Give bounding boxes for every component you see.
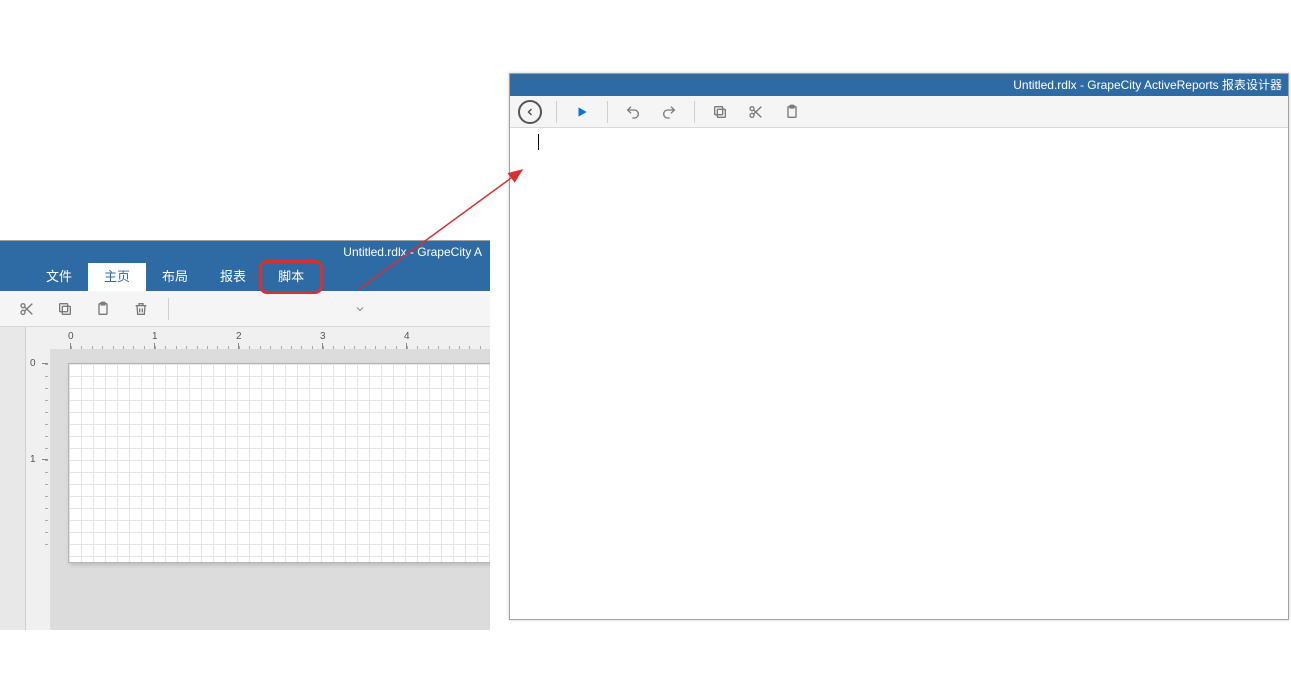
window-title: Untitled.rdlx - GrapeCity ActiveReports … [510,74,1288,96]
design-surface-container: 0 1 2 3 4 0 1 [26,327,490,630]
ruler-vertical: 0 1 [26,349,48,630]
toolbar-separator [607,101,608,123]
tab-file[interactable]: 文件 [30,263,88,291]
paste-button[interactable] [86,295,120,323]
design-body: 0 1 2 3 4 0 1 [0,327,490,630]
redo-icon [661,104,677,120]
script-editor-window: Untitled.rdlx - GrapeCity ActiveReports … [509,73,1289,620]
tab-script[interactable]: 脚本 [262,263,320,291]
paste-icon [95,301,111,317]
ruler-v-tick: 0 [30,358,36,369]
undo-button[interactable] [616,98,650,126]
run-button[interactable] [565,98,599,126]
scissors-icon [748,104,764,120]
cut-button[interactable] [10,295,44,323]
toolbar-overflow[interactable] [340,295,380,323]
window-title: Untitled.rdlx - GrapeCity A [0,241,490,263]
chevron-left-icon [524,106,536,118]
ribbon-tabs: 文件 主页 布局 报表 脚本 [0,263,490,291]
undo-icon [625,104,641,120]
play-icon [575,105,589,119]
ruler-h-tick: 0 [68,331,74,342]
tab-layout[interactable]: 布局 [146,263,204,291]
side-panel[interactable] [0,327,26,630]
chevron-down-icon [354,303,366,315]
scissors-icon [19,301,35,317]
copy-button[interactable] [703,98,737,126]
copy-icon [57,301,73,317]
back-button[interactable] [518,100,542,124]
ruler-h-tick: 1 [152,331,158,342]
ruler-horizontal: 0 1 2 3 4 [50,327,490,349]
redo-button[interactable] [652,98,686,126]
ruler-h-tick: 3 [320,331,326,342]
paste-icon [784,104,800,120]
tab-home[interactable]: 主页 [88,263,146,291]
toolbar-separator [556,101,557,123]
trash-icon [133,301,149,317]
delete-button[interactable] [124,295,158,323]
toolbar-separator [168,298,169,320]
ruler-h-tick: 2 [236,331,242,342]
copy-button[interactable] [48,295,82,323]
cut-button[interactable] [739,98,773,126]
script-editor[interactable] [510,128,1288,619]
paste-button[interactable] [775,98,809,126]
tab-report[interactable]: 报表 [204,263,262,291]
page-area [50,349,490,630]
ruler-v-tick: 1 [30,454,36,465]
report-page[interactable] [68,363,490,563]
toolbar-separator [694,101,695,123]
main-toolbar [0,291,490,327]
copy-icon [712,104,728,120]
script-toolbar [510,96,1288,128]
ruler-h-tick: 4 [404,331,410,342]
designer-main-window: Untitled.rdlx - GrapeCity A 文件 主页 布局 报表 … [0,240,490,630]
text-cursor [538,134,539,150]
